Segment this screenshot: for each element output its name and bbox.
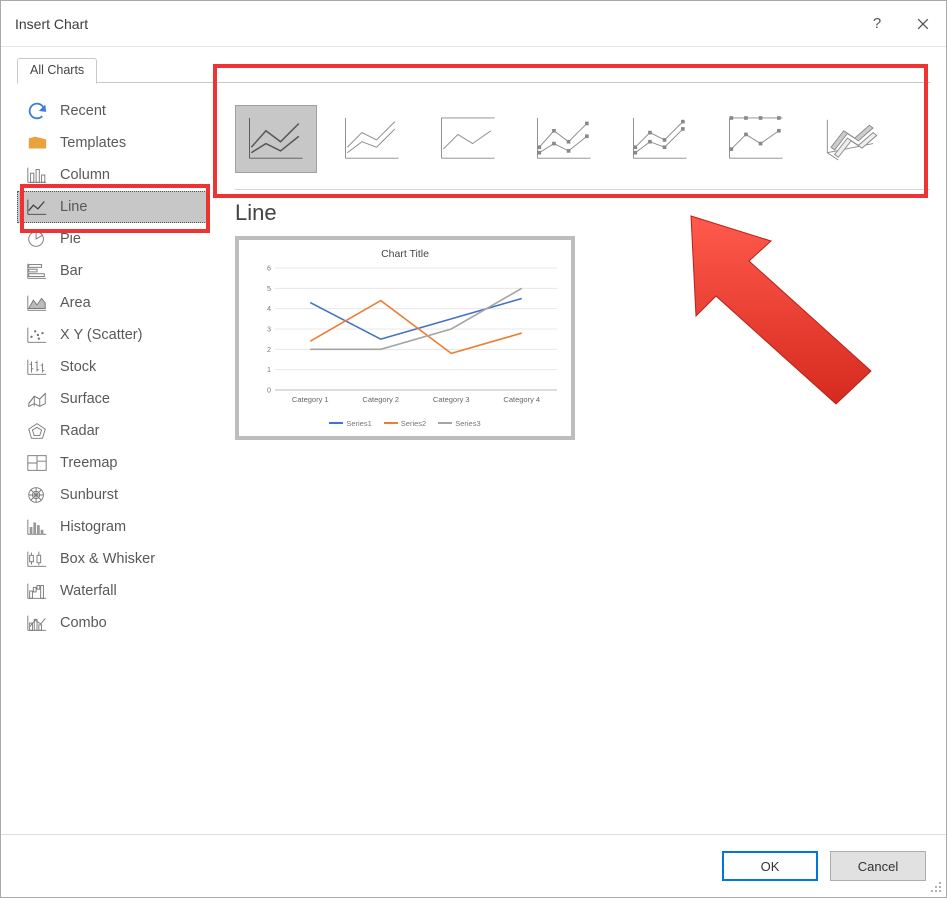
tab-row: All Charts: [17, 57, 930, 83]
close-button[interactable]: [900, 1, 946, 47]
svg-text:5: 5: [267, 284, 271, 293]
stock-chart-icon: [26, 357, 48, 377]
chart-category-list: Recent Templates Column: [17, 87, 207, 830]
chart-preview-title: Chart Title: [253, 248, 557, 260]
svg-text:3: 3: [267, 325, 271, 334]
svg-text:2: 2: [267, 345, 271, 354]
svg-text:Category 1: Category 1: [292, 395, 329, 404]
templates-icon: [26, 133, 48, 153]
close-icon: [917, 18, 929, 30]
category-recent[interactable]: Recent: [17, 95, 207, 127]
category-waterfall[interactable]: Waterfall: [17, 575, 207, 607]
category-label: X Y (Scatter): [60, 327, 142, 343]
chart-preview[interactable]: Chart Title 0 1 2 3 4 5 6 Category 1 Category 2 C…: [235, 236, 575, 440]
category-stock[interactable]: Stock: [17, 351, 207, 383]
subtype-line-markers[interactable]: [523, 105, 605, 173]
insert-chart-dialog: Insert Chart ? All Charts R: [0, 0, 947, 898]
category-label: Recent: [60, 103, 106, 119]
chart-subtype-row: [235, 87, 930, 185]
category-label: Stock: [60, 359, 96, 375]
category-label: Combo: [60, 615, 107, 631]
treemap-chart-icon: [26, 453, 48, 473]
titlebar: Insert Chart ?: [1, 1, 946, 47]
category-line[interactable]: Line: [17, 191, 207, 223]
svg-text:0: 0: [267, 386, 271, 395]
window-controls: ?: [854, 1, 946, 47]
category-templates[interactable]: Templates: [17, 127, 207, 159]
pie-chart-icon: [26, 229, 48, 249]
svg-text:Category 4: Category 4: [503, 395, 540, 404]
window-title: Insert Chart: [15, 16, 88, 32]
chart-subtype-panel: Line Chart Title 0 1 2 3 4 5 6 Category 1 Catego…: [207, 87, 930, 830]
category-surface[interactable]: Surface: [17, 383, 207, 415]
category-label: Treemap: [60, 455, 117, 471]
svg-text:Category 3: Category 3: [433, 395, 470, 404]
tab-all-charts[interactable]: All Charts: [17, 58, 97, 84]
column-chart-icon: [26, 165, 48, 185]
category-label: Box & Whisker: [60, 551, 155, 567]
category-column[interactable]: Column: [17, 159, 207, 191]
category-label: Histogram: [60, 519, 126, 535]
help-button[interactable]: ?: [854, 1, 900, 47]
subtype-stacked-line[interactable]: [331, 105, 413, 173]
category-label: Sunburst: [60, 487, 118, 503]
svg-text:4: 4: [267, 304, 271, 313]
box-whisker-chart-icon: [26, 549, 48, 569]
recent-icon: [26, 101, 48, 121]
category-label: Waterfall: [60, 583, 117, 599]
waterfall-chart-icon: [26, 581, 48, 601]
category-label: Line: [60, 199, 87, 215]
svg-text:1: 1: [267, 365, 271, 374]
category-label: Radar: [60, 423, 100, 439]
category-treemap[interactable]: Treemap: [17, 447, 207, 479]
category-label: Surface: [60, 391, 110, 407]
category-label: Area: [60, 295, 91, 311]
surface-chart-icon: [26, 389, 48, 409]
chart-preview-plot: 0 1 2 3 4 5 6 Category 1 Category 2 Category 3 Cat…: [253, 264, 563, 412]
category-label: Column: [60, 167, 110, 183]
category-label: Pie: [60, 231, 81, 247]
category-combo[interactable]: Combo: [17, 607, 207, 639]
category-area[interactable]: Area: [17, 287, 207, 319]
category-label: Bar: [60, 263, 83, 279]
resize-grip-icon[interactable]: [929, 880, 943, 894]
chart-preview-legend: Series1 Series2 Series3: [253, 419, 557, 428]
subtype-3d-line[interactable]: [811, 105, 893, 173]
category-histogram[interactable]: Histogram: [17, 511, 207, 543]
category-bar[interactable]: Bar: [17, 255, 207, 287]
scatter-chart-icon: [26, 325, 48, 345]
category-radar[interactable]: Radar: [17, 415, 207, 447]
svg-text:Category 2: Category 2: [362, 395, 399, 404]
histogram-chart-icon: [26, 517, 48, 537]
cancel-button[interactable]: Cancel: [830, 851, 926, 881]
subtype-100-stacked-line[interactable]: [427, 105, 509, 173]
category-label: Templates: [60, 135, 126, 151]
line-chart-icon: [26, 197, 48, 217]
legend-item: Series2: [401, 419, 426, 428]
category-boxwhisker[interactable]: Box & Whisker: [17, 543, 207, 575]
area-chart-icon: [26, 293, 48, 313]
svg-text:6: 6: [267, 264, 271, 273]
legend-item: Series3: [455, 419, 480, 428]
dialog-buttons: OK Cancel: [1, 834, 946, 897]
legend-item: Series1: [346, 419, 371, 428]
divider: [235, 189, 930, 190]
subtype-stacked-line-markers[interactable]: [619, 105, 701, 173]
category-scatter[interactable]: X Y (Scatter): [17, 319, 207, 351]
sunburst-chart-icon: [26, 485, 48, 505]
subtype-line[interactable]: [235, 105, 317, 173]
ok-button[interactable]: OK: [722, 851, 818, 881]
bar-chart-icon: [26, 261, 48, 281]
radar-chart-icon: [26, 421, 48, 441]
subtype-100-stacked-line-markers[interactable]: [715, 105, 797, 173]
combo-chart-icon: [26, 613, 48, 633]
category-sunburst[interactable]: Sunburst: [17, 479, 207, 511]
category-pie[interactable]: Pie: [17, 223, 207, 255]
subtype-title: Line: [235, 200, 930, 226]
